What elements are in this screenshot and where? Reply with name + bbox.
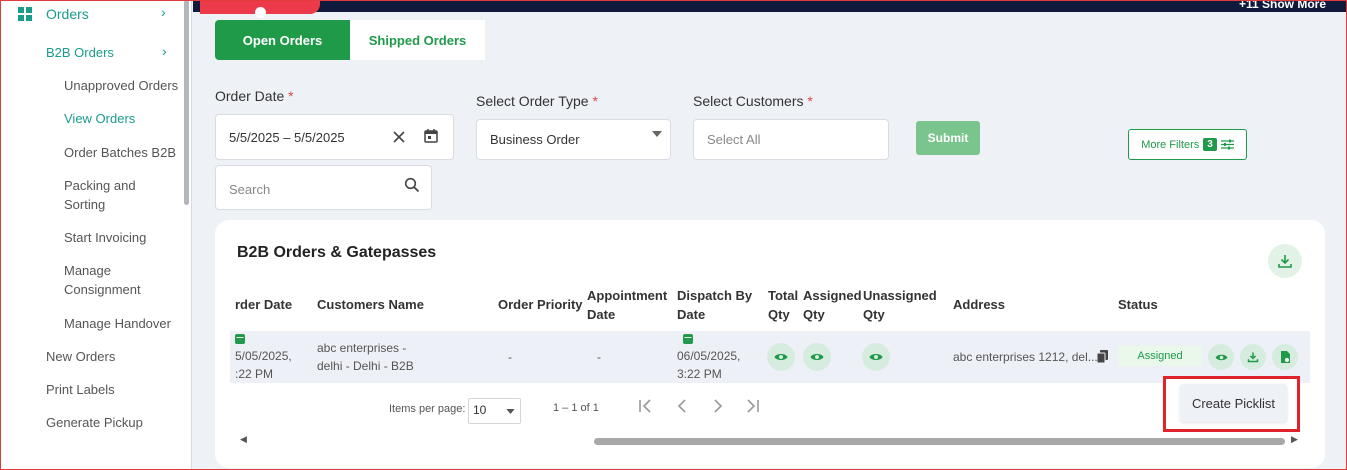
search-placeholder: Search bbox=[229, 182, 271, 197]
header-order-priority[interactable]: Order Priority bbox=[498, 295, 583, 314]
header-appointment-date[interactable]: Appointment Date bbox=[587, 286, 667, 324]
sidebar-item-unapproved-orders[interactable]: Unapproved Orders bbox=[64, 76, 178, 95]
customers-select[interactable]: Select All bbox=[693, 119, 889, 160]
eye-icon bbox=[1215, 354, 1227, 360]
create-picklist-highlight: Create Picklist bbox=[1163, 376, 1300, 432]
chevron-right-icon[interactable]: › bbox=[161, 4, 166, 20]
header-order-date[interactable]: rder Date bbox=[235, 295, 292, 314]
first-page-icon[interactable] bbox=[637, 398, 653, 419]
file-settings-icon bbox=[1281, 351, 1290, 363]
dashboard-grid-icon bbox=[18, 7, 32, 21]
calendar-icon bbox=[234, 333, 245, 344]
search-field[interactable]: Search bbox=[215, 165, 432, 210]
top-banner: +11 Show More bbox=[193, 0, 1346, 12]
download-row-button[interactable] bbox=[1240, 344, 1266, 370]
tab-open-orders[interactable]: Open Orders bbox=[215, 20, 350, 60]
horizontal-scrollbar[interactable] bbox=[594, 438, 1285, 445]
previous-page-icon[interactable] bbox=[674, 398, 690, 419]
orders-card: B2B Orders & Gatepasses rder Date Custom… bbox=[215, 220, 1325, 468]
caret-down-icon bbox=[651, 128, 663, 140]
items-per-page-select[interactable]: 10 bbox=[468, 398, 521, 424]
page-size-value: 10 bbox=[473, 403, 487, 417]
close-icon[interactable] bbox=[390, 128, 408, 146]
page-range: 1 – 1 of 1 bbox=[553, 402, 599, 414]
order-type-value: Business Order bbox=[490, 132, 580, 147]
download-button[interactable] bbox=[1268, 244, 1302, 278]
calendar-icon bbox=[682, 333, 693, 344]
sidebar-scrollbar[interactable] bbox=[184, 0, 189, 205]
search-icon[interactable] bbox=[403, 176, 421, 194]
show-more-link[interactable]: +11 Show More bbox=[1239, 0, 1326, 11]
header-customers-name[interactable]: Customers Name bbox=[317, 295, 424, 314]
caret-down-icon bbox=[506, 409, 515, 414]
order-type-select[interactable]: Business Order bbox=[476, 119, 671, 160]
submit-button[interactable]: Submit bbox=[916, 121, 980, 155]
sidebar-item-print-labels[interactable]: Print Labels bbox=[46, 380, 115, 399]
eye-icon bbox=[869, 354, 883, 360]
sidebar-item-orders[interactable]: Orders bbox=[46, 5, 89, 24]
last-page-icon[interactable] bbox=[745, 398, 761, 419]
order-date-value: 5/5/2025 – 5/5/2025 bbox=[229, 130, 345, 145]
cell-customer-name: abc enterprises - delhi - Delhi - B2B bbox=[317, 341, 414, 373]
sidebar-item-manage-handover[interactable]: Manage Handover bbox=[64, 314, 171, 333]
more-filters-button[interactable]: More Filters 3 bbox=[1128, 129, 1247, 160]
more-filters-label: More Filters bbox=[1141, 138, 1200, 151]
view-total-qty-button[interactable] bbox=[767, 343, 795, 371]
download-icon bbox=[1247, 352, 1259, 363]
card-title: B2B Orders & Gatepasses bbox=[237, 244, 437, 261]
scroll-left-icon[interactable]: ◀ bbox=[240, 434, 247, 445]
next-page-icon[interactable] bbox=[710, 398, 726, 419]
header-assigned-qty[interactable]: Assigned Qty bbox=[803, 286, 862, 324]
cell-order-priority: - bbox=[508, 350, 512, 364]
filter-count-badge: 3 bbox=[1203, 138, 1217, 151]
more-actions-button[interactable] bbox=[1272, 344, 1298, 370]
copy-icon[interactable] bbox=[1096, 349, 1108, 363]
download-icon bbox=[1278, 255, 1292, 268]
eye-icon bbox=[774, 354, 788, 360]
cell-order-date: 5/05/2025,:22 PM bbox=[235, 349, 292, 381]
items-per-page-label: Items per page: bbox=[389, 403, 466, 415]
header-unassigned-qty[interactable]: Unassigned Qty bbox=[863, 286, 937, 324]
sidebar: Orders › B2B Orders › Unapproved Orders … bbox=[0, 0, 192, 470]
header-status[interactable]: Status bbox=[1118, 295, 1158, 314]
order-date-label: Order Date * bbox=[215, 88, 294, 104]
header-dispatch-by-date[interactable]: Dispatch By Date bbox=[677, 286, 752, 324]
sidebar-item-start-invoicing[interactable]: Start Invoicing bbox=[64, 228, 146, 247]
sidebar-item-generate-pickup[interactable]: Generate Pickup bbox=[46, 413, 143, 432]
banner-dot bbox=[255, 7, 266, 18]
cell-appointment-date: - bbox=[597, 350, 601, 364]
sliders-icon bbox=[1220, 139, 1234, 150]
sidebar-item-order-batches[interactable]: Order Batches B2B bbox=[64, 143, 176, 162]
customers-label: Select Customers * bbox=[693, 93, 813, 109]
eye-icon bbox=[810, 354, 824, 360]
header-total-qty[interactable]: Total Qty bbox=[768, 286, 798, 324]
sidebar-item-view-orders[interactable]: View Orders bbox=[64, 109, 135, 128]
customers-placeholder: Select All bbox=[707, 132, 761, 147]
view-unassigned-qty-button[interactable] bbox=[862, 343, 890, 371]
cell-dispatch-date: 06/05/2025, 3:22 PM bbox=[677, 349, 741, 381]
scroll-right-icon[interactable]: ▶ bbox=[1291, 434, 1298, 445]
order-date-field[interactable]: 5/5/2025 – 5/5/2025 bbox=[215, 114, 454, 160]
header-address[interactable]: Address bbox=[953, 295, 1005, 314]
order-type-label: Select Order Type * bbox=[476, 93, 598, 109]
view-assigned-qty-button[interactable] bbox=[803, 343, 831, 371]
chevron-right-icon[interactable]: › bbox=[162, 43, 167, 59]
create-picklist-button[interactable]: Create Picklist bbox=[1180, 384, 1287, 422]
status-badge: Assigned bbox=[1118, 346, 1202, 366]
sidebar-item-packing-sorting[interactable]: Packing and Sorting bbox=[64, 176, 154, 214]
sidebar-item-manage-consignment[interactable]: Manage Consignment bbox=[64, 261, 154, 299]
tab-shipped-orders[interactable]: Shipped Orders bbox=[350, 20, 485, 60]
sidebar-item-b2b-orders[interactable]: B2B Orders bbox=[46, 43, 114, 62]
view-order-button[interactable] bbox=[1208, 344, 1234, 370]
cell-address: abc enterprises 1212, del... bbox=[953, 350, 1098, 364]
calendar-icon[interactable] bbox=[422, 127, 440, 145]
sidebar-item-new-orders[interactable]: New Orders bbox=[46, 347, 115, 366]
